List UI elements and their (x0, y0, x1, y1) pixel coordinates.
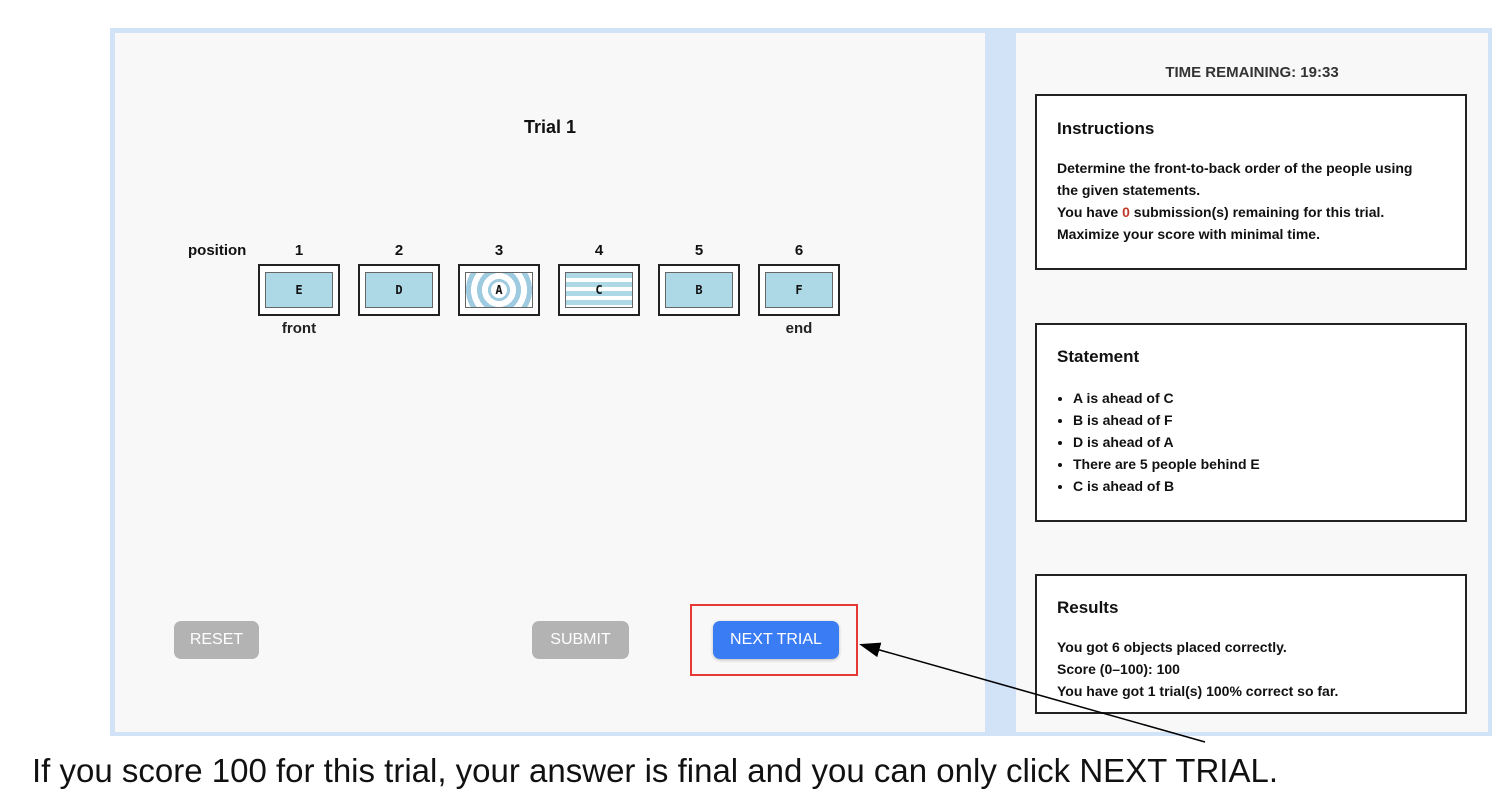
tile-letter: A (491, 282, 507, 298)
caption: If you score 100 for this trial, your an… (32, 752, 1278, 789)
tile-letter: E (295, 283, 303, 297)
tile-letter: C (595, 283, 603, 297)
tile-letter: B (695, 283, 703, 297)
annotation-arrow (859, 642, 1206, 743)
tile-letter: F (795, 283, 803, 297)
tile-letter: D (395, 283, 403, 297)
